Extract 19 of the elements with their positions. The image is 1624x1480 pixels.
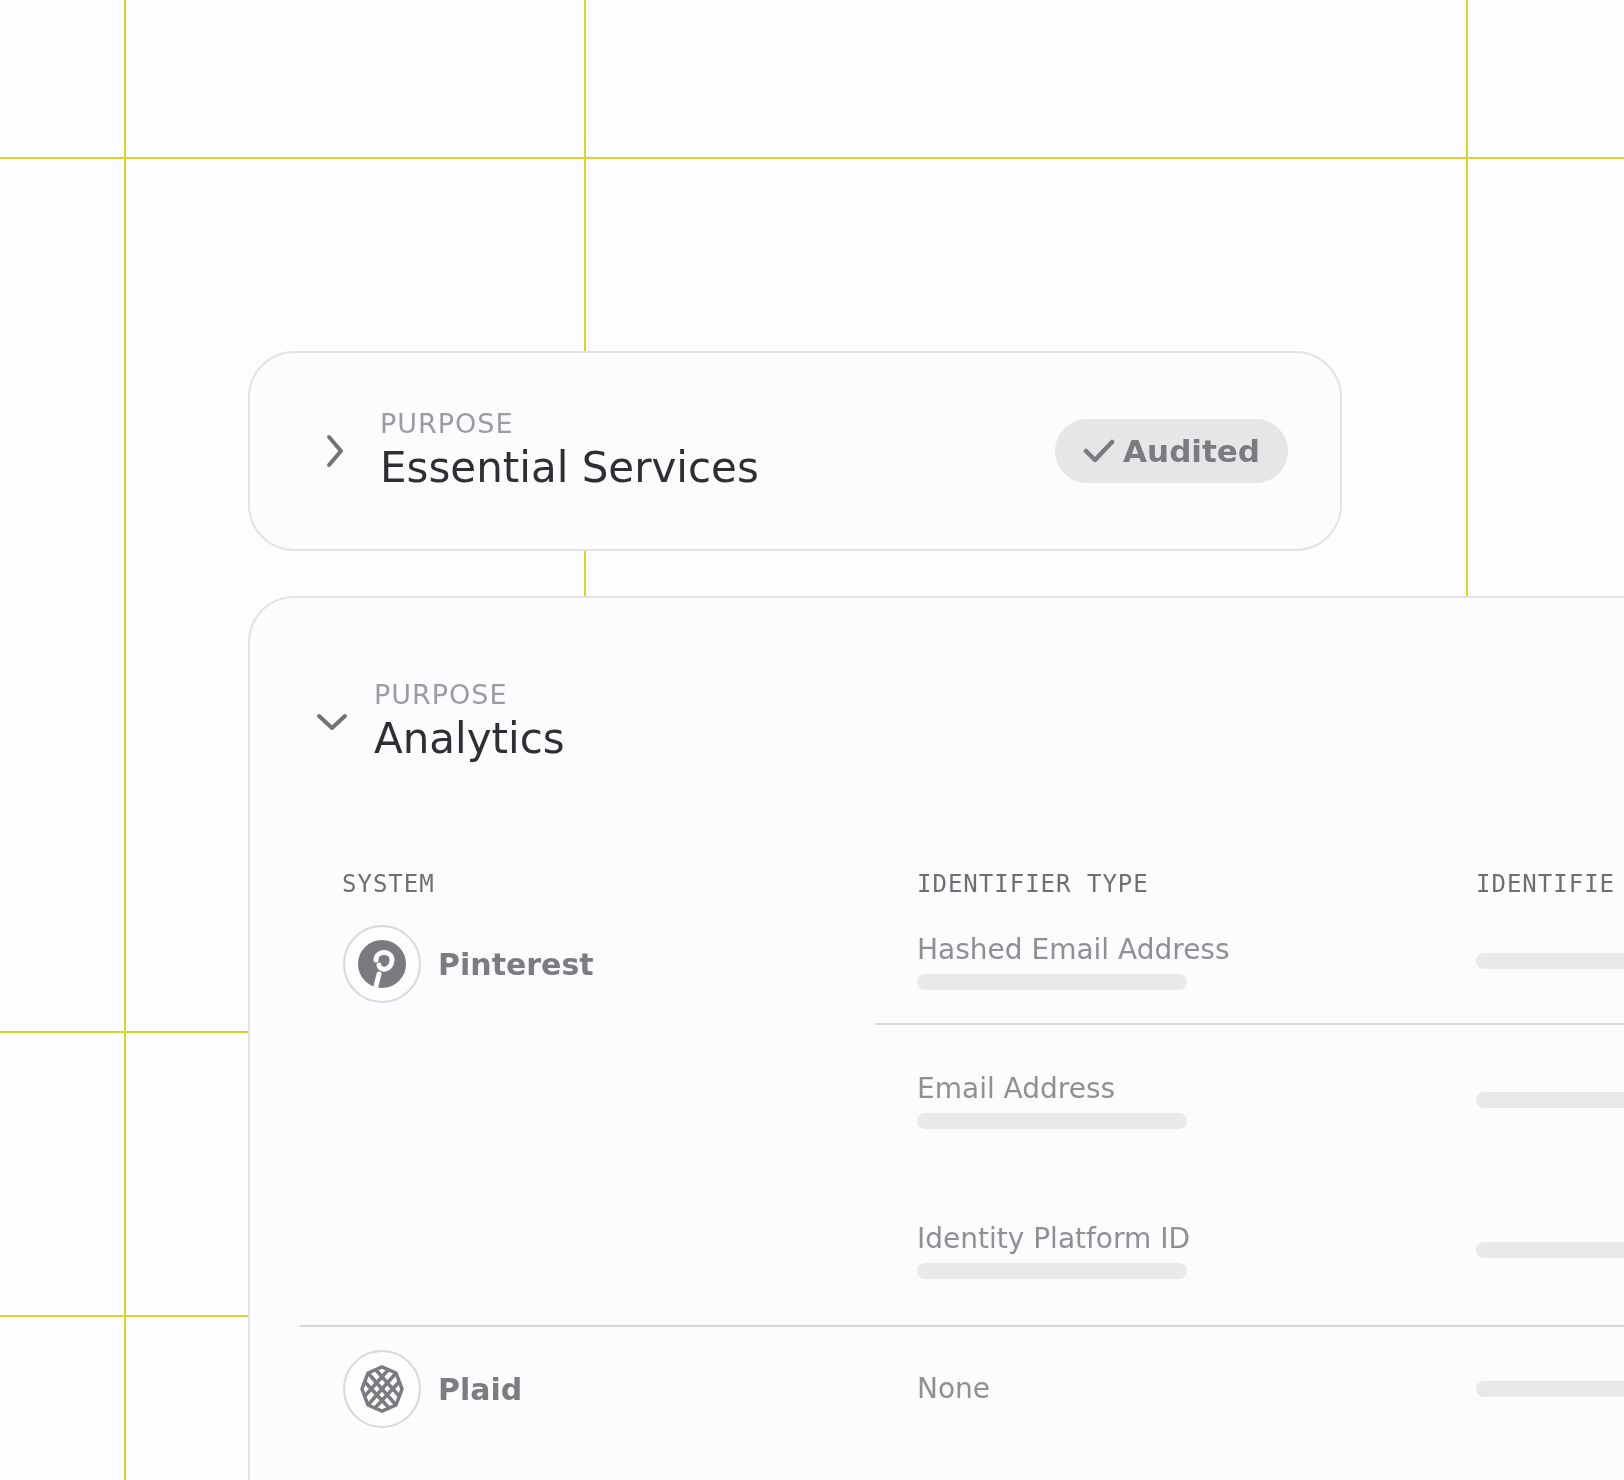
column-header: IDENTIFIER TYPE [917,870,1150,898]
identifier-type: Email Address [917,1071,1117,1107]
check-icon [1083,438,1116,464]
chevron-down-icon [316,711,348,733]
purpose-label: PURPOSE [374,678,509,712]
purpose-title: Essential Services [380,442,760,494]
badge-label: Audited [1123,433,1260,469]
identifier-type: Identity Platform ID [917,1221,1191,1257]
purpose-title: Analytics [374,713,566,765]
chevron-right-icon [324,434,346,468]
pin-logo-icon [342,924,422,1004]
column-header: IDENTIFIE [1476,870,1617,898]
lattice-logo-icon [342,1349,422,1429]
identifier-type: None [917,1371,992,1407]
column-header: SYSTEM [342,870,436,898]
purpose-label: PURPOSE [380,407,515,441]
system-name: Pinterest [438,946,594,982]
identifier-type: Hashed Email Address [917,931,1231,968]
system-name: Plaid [438,1371,523,1407]
